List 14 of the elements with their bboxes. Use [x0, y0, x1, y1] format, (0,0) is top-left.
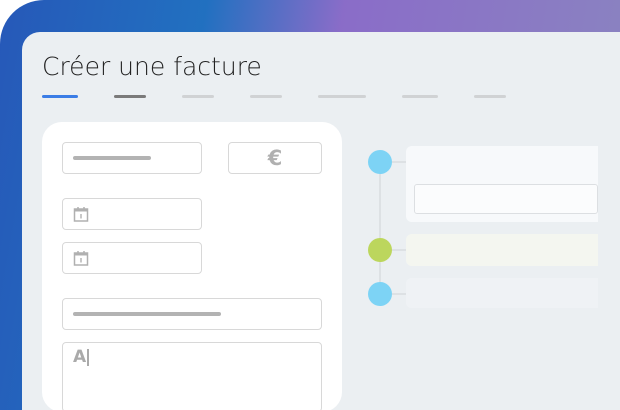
date-field[interactable]	[62, 198, 202, 230]
date-field[interactable]	[62, 242, 202, 274]
calendar-icon	[73, 250, 89, 266]
step-indicator[interactable]	[42, 95, 78, 98]
currency-field[interactable]: €	[228, 142, 322, 174]
window-title: Créer une facture	[42, 54, 263, 79]
text-field[interactable]	[62, 142, 202, 174]
step-indicator[interactable]	[114, 95, 146, 98]
text-area[interactable]: A	[62, 342, 322, 410]
calendar-icon	[73, 206, 89, 222]
input-field[interactable]	[414, 184, 598, 214]
currency-symbol: €	[268, 148, 282, 168]
text-field[interactable]	[62, 298, 322, 330]
text-value: A	[73, 349, 90, 366]
